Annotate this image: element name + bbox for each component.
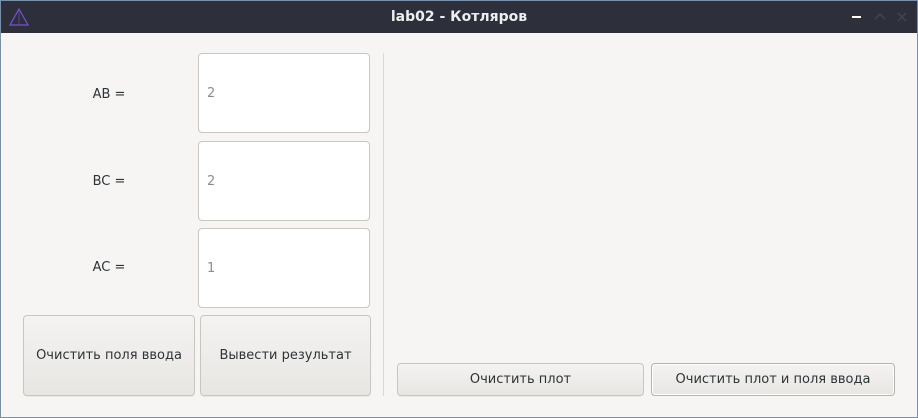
plot-area xyxy=(396,53,896,353)
app-window: lab02 - Котляров AB = BC = AC = Очистить… xyxy=(0,0,918,418)
ac-label: AC = xyxy=(92,260,126,275)
bc-input[interactable] xyxy=(198,141,370,221)
vertical-separator xyxy=(383,53,384,396)
bc-label: BC = xyxy=(92,174,126,189)
minimize-icon[interactable] xyxy=(849,9,865,25)
clear-plot-and-inputs-button[interactable]: Очистить плот и поля ввода xyxy=(651,363,895,396)
close-icon[interactable] xyxy=(894,9,910,25)
clear-inputs-button[interactable]: Очистить поля ввода xyxy=(23,315,195,396)
clear-plot-button[interactable]: Очистить плот xyxy=(397,363,644,396)
ab-label: AB = xyxy=(92,87,126,102)
window-title: lab02 - Котляров xyxy=(390,9,528,25)
ac-input[interactable] xyxy=(198,228,370,308)
show-result-button[interactable]: Вывести результат xyxy=(200,315,371,396)
title-bar[interactable]: lab02 - Котляров xyxy=(1,1,917,33)
maximize-icon[interactable] xyxy=(872,9,888,25)
ab-input[interactable] xyxy=(198,53,370,133)
